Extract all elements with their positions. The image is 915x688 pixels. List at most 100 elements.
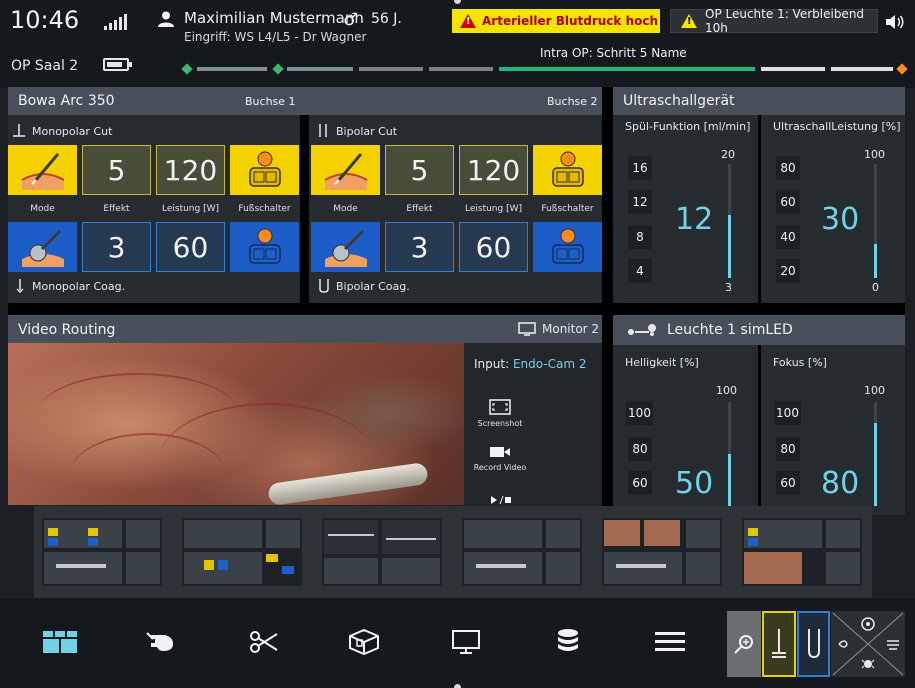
record-video-button[interactable]: Record Video	[470, 445, 530, 472]
layout-thumbnail[interactable]	[42, 518, 162, 586]
drag-handle-bottom[interactable]	[454, 684, 461, 688]
cut-footswitch-button[interactable]	[230, 145, 299, 195]
video-controls: Input: Endo-Cam 2 Screenshot Record Vide…	[464, 343, 602, 505]
rinse-preset-button[interactable]: 8	[628, 225, 652, 249]
screenshot-label: Screenshot	[477, 419, 523, 428]
coag-power-value[interactable]: 60	[459, 222, 528, 272]
layout-thumbnail[interactable]	[462, 518, 582, 586]
rinse-min: 3	[725, 281, 732, 294]
screenshot-icon	[489, 399, 511, 415]
coag-effect-value[interactable]: 3	[385, 222, 454, 272]
bipolar-coag-row: Bipolar Coag.	[318, 279, 410, 293]
brightness-preset-button[interactable]: 100	[626, 401, 653, 425]
power-slider[interactable]	[874, 164, 877, 278]
effect-label: Effekt	[103, 204, 130, 214]
cut-mode-button[interactable]	[8, 145, 77, 195]
monopolar-icon	[772, 629, 786, 658]
coag-footswitch-button[interactable]	[230, 222, 299, 272]
monitor-nav-icon[interactable]	[446, 624, 486, 660]
cut-power-value[interactable]: 120	[459, 145, 528, 195]
power-preset-button[interactable]: 40	[776, 225, 800, 249]
coag-power-value[interactable]: 60	[156, 222, 225, 272]
coag-effect-value[interactable]: 3	[82, 222, 151, 272]
focus-preset-button[interactable]: 60	[776, 471, 800, 495]
multi-control-icon[interactable]	[831, 611, 905, 677]
socket-2-label: Buchse 2	[547, 95, 598, 108]
bipolar-icon	[319, 124, 327, 137]
database-icon[interactable]	[548, 624, 588, 660]
monopolar-coag-icon	[16, 279, 24, 293]
monopolar-cut-row: Monopolar Cut	[12, 124, 112, 138]
alarm-banner[interactable]: ! Arterieller Blutdruck hoch	[452, 9, 660, 33]
thumb-block	[204, 560, 214, 570]
workflow-progress[interactable]	[181, 63, 908, 75]
zoom-icon[interactable]	[727, 611, 761, 677]
power-preset-button[interactable]: 60	[776, 190, 800, 214]
dashboard-icon[interactable]	[40, 624, 80, 660]
thumb-block	[686, 552, 720, 584]
hamburger-icon	[655, 632, 685, 651]
brightness-max: 100	[716, 384, 737, 397]
thumb-block	[382, 520, 440, 554]
layout-thumbnail[interactable]	[182, 518, 302, 586]
cut-footswitch-button[interactable]	[533, 145, 602, 195]
milestone-marker	[181, 63, 193, 75]
endoscope-video-feed[interactable]	[8, 343, 464, 505]
power-preset-button[interactable]: 20	[776, 259, 800, 283]
focus-preset-button[interactable]: 80	[776, 437, 800, 461]
monitor-selector[interactable]: Monitor 2	[518, 322, 599, 336]
rinse-level-fill	[728, 215, 731, 278]
bipolar-icon	[807, 629, 820, 659]
screenshot-button[interactable]: Screenshot	[470, 399, 530, 428]
coag-footswitch-button[interactable]	[533, 222, 602, 272]
thumb-block	[464, 520, 542, 548]
patient-icon[interactable]	[140, 624, 180, 660]
warning-banner[interactable]: ! OP Leuchte 1: Verbleibend 10h	[670, 7, 878, 35]
milestone-marker	[896, 63, 908, 75]
coag-mode-button[interactable]	[311, 222, 380, 272]
focus-slider[interactable]	[874, 402, 877, 506]
instruments-icon[interactable]	[244, 624, 284, 660]
cut-power-value[interactable]: 120	[156, 145, 225, 195]
monopolar-quick-icon[interactable]	[762, 611, 796, 677]
thumb-block	[126, 552, 160, 584]
focus-preset-button[interactable]: 100	[774, 401, 801, 425]
rinse-max: 20	[721, 148, 735, 161]
cut-mode-button[interactable]	[311, 145, 380, 195]
workflow-step-label: Intra OP: Schritt 5 Name	[540, 46, 687, 60]
focus-max: 100	[864, 384, 885, 397]
layout-thumbnail[interactable]	[322, 518, 442, 586]
focus-title: Fokus [%]	[773, 356, 827, 369]
bipolar-quick-icon[interactable]	[797, 611, 830, 677]
power-preset-button[interactable]: 80	[776, 156, 800, 180]
rinse-slider[interactable]	[728, 164, 731, 278]
light-header: Leuchte 1 simLED	[613, 315, 905, 345]
cut-effect-value[interactable]: 5	[385, 145, 454, 195]
menu-icon[interactable]	[650, 624, 690, 660]
focus-value: 80	[821, 466, 860, 501]
input-row[interactable]: Input: Endo-Cam 2	[474, 357, 587, 371]
zoom-in-icon	[734, 635, 753, 654]
coag-mode-button[interactable]	[8, 222, 77, 272]
divider	[602, 87, 613, 511]
male-icon: ♂	[343, 10, 359, 30]
power-title: UltraschallLeistung [%]	[773, 120, 901, 133]
brightness-preset-button[interactable]: 60	[628, 471, 652, 495]
rinse-preset-button[interactable]: 16	[628, 156, 652, 180]
layout-thumbnail[interactable]	[602, 518, 722, 586]
thumb-block	[328, 534, 374, 536]
speaker-icon[interactable]	[886, 14, 906, 30]
monopolar-icon	[13, 124, 25, 137]
cut-effect-value[interactable]: 5	[82, 145, 151, 195]
play-stop-icon[interactable]	[490, 495, 512, 505]
brightness-slider[interactable]	[728, 402, 731, 506]
power-value: 30	[821, 202, 860, 237]
signal-icon	[104, 14, 127, 30]
procedure-label: Eingriff: WS L4/L5 - Dr Wagner	[184, 30, 367, 44]
brightness-preset-button[interactable]: 80	[628, 437, 652, 461]
progress-segment	[761, 67, 825, 71]
layout-thumbnail[interactable]	[742, 518, 862, 586]
devices-3d-icon[interactable]	[344, 624, 384, 660]
rinse-preset-button[interactable]: 4	[628, 259, 652, 283]
rinse-preset-button[interactable]: 12	[628, 190, 652, 214]
